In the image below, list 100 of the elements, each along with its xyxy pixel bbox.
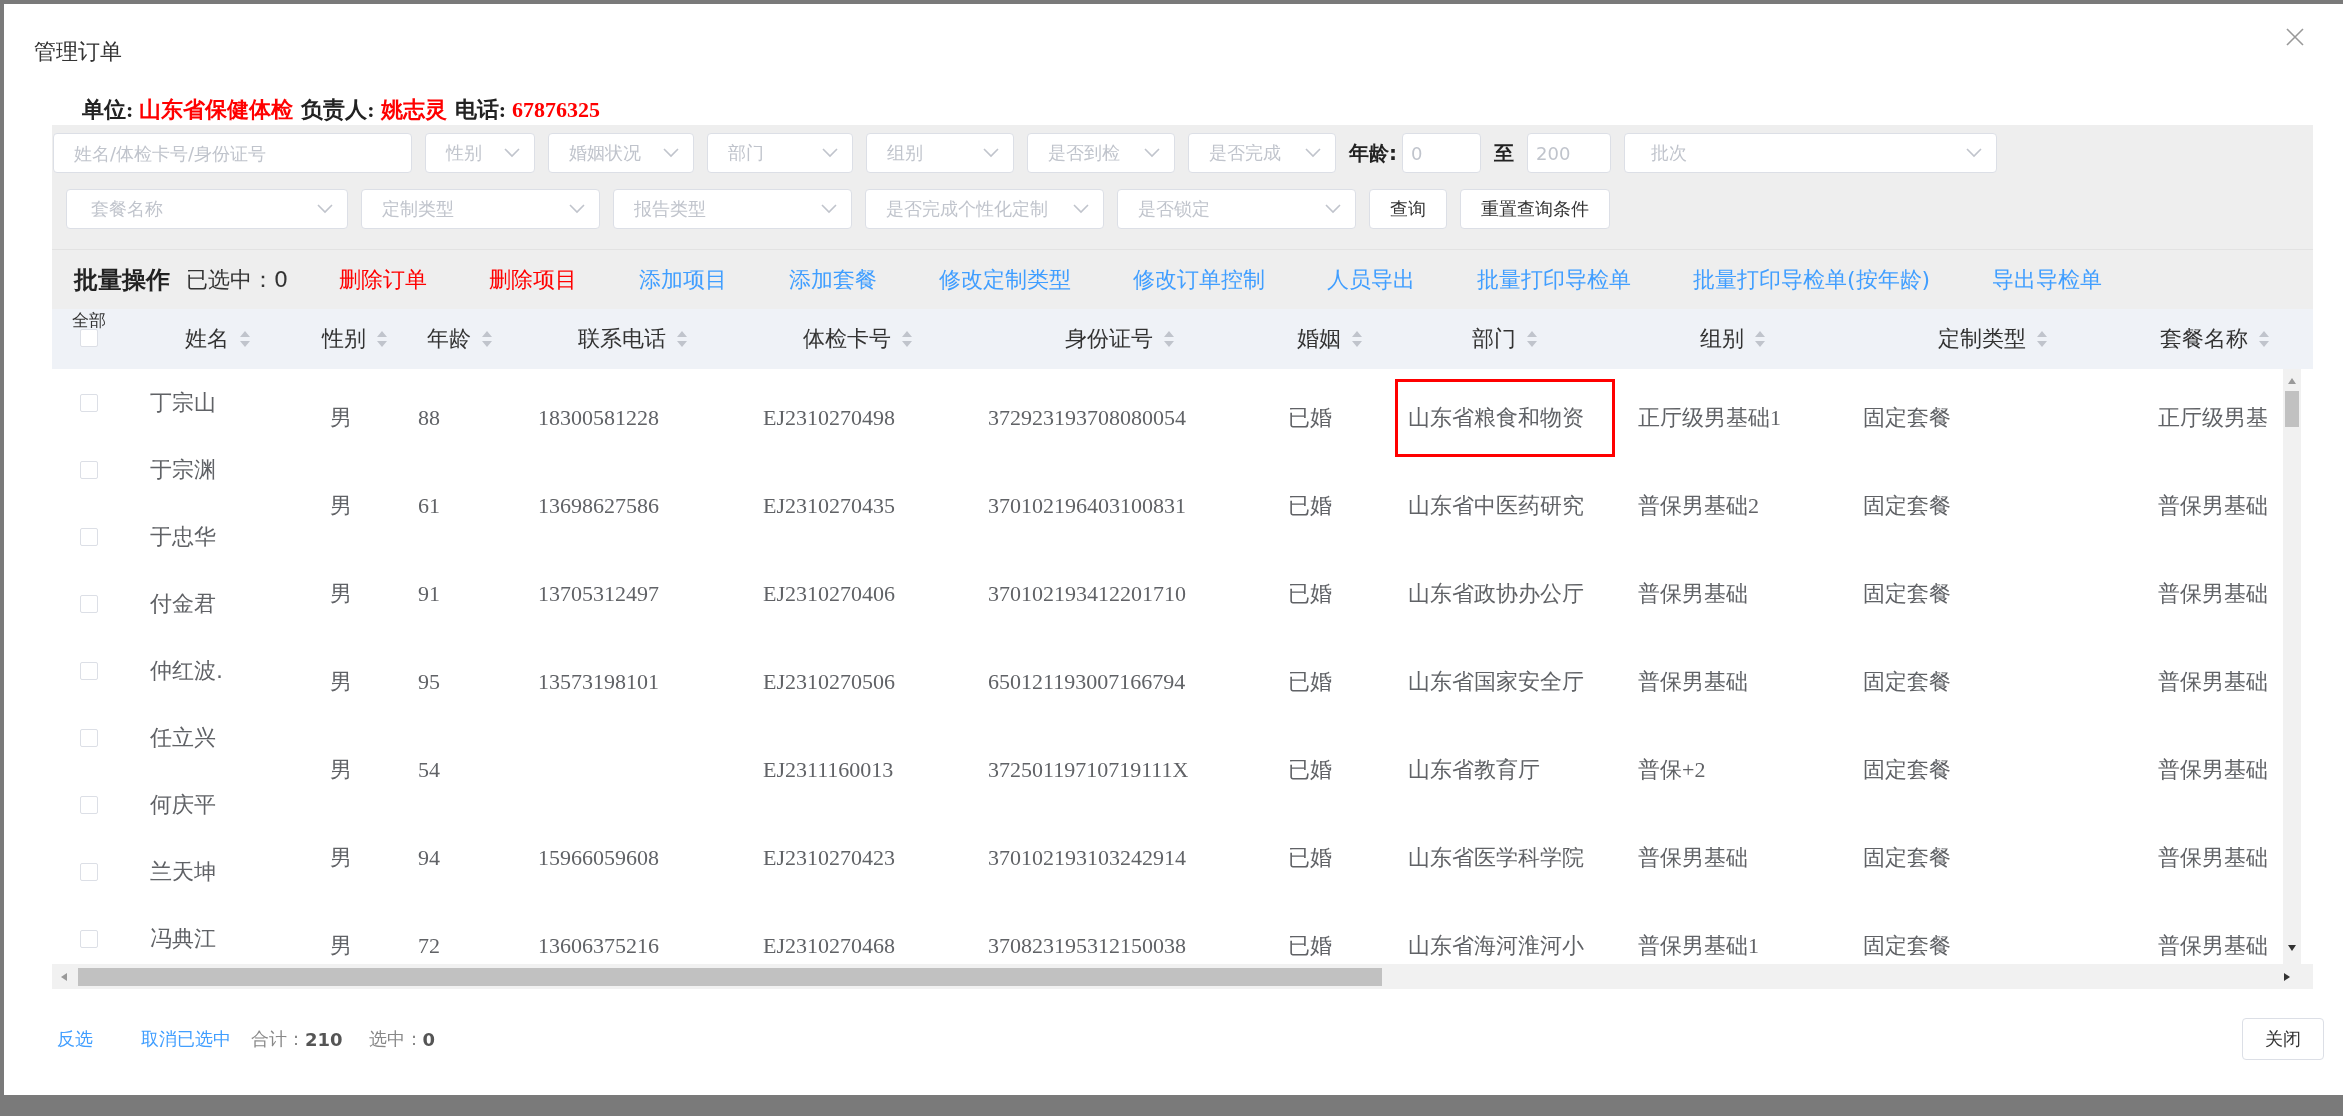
footer-link[interactable]: 反选 xyxy=(57,1027,93,1051)
table-cell-text: 15966059608 xyxy=(537,844,660,872)
column-header[interactable]: 姓名 xyxy=(125,309,310,369)
action-link[interactable]: 添加套餐 xyxy=(789,264,877,295)
checkbox[interactable] xyxy=(79,862,98,881)
stat-value: 0 xyxy=(422,1028,436,1050)
column-header[interactable]: 年龄 xyxy=(400,309,520,369)
action-link[interactable]: 批量打印导检单 xyxy=(1477,264,1631,295)
action-link[interactable]: 批量打印导检单(按年龄) xyxy=(1693,264,1931,295)
table-cell-text: 普保男基础 xyxy=(2157,844,2269,872)
checkbox[interactable] xyxy=(79,594,98,613)
action-link[interactable]: 修改定制类型 xyxy=(939,264,1071,295)
table-cell-text: 已婚 xyxy=(1287,756,1333,784)
table-cell-text: 固定套餐 xyxy=(1862,932,1952,960)
dropdown-field[interactable]: 部门 xyxy=(707,133,853,173)
scroll-right-icon xyxy=(2283,971,2291,982)
scrollbar-thumb[interactable] xyxy=(78,967,1382,986)
table-cell-text: 已婚 xyxy=(1287,844,1333,872)
table-cell-text: 固定套餐 xyxy=(1862,404,1952,432)
column-header[interactable]: 组别 xyxy=(1620,309,1845,369)
footer-link[interactable]: 取消已选中 xyxy=(141,1027,231,1051)
table-cell-text: 普保男基础 xyxy=(1637,580,1749,608)
info-label: 电话: xyxy=(454,96,506,124)
dropdown-field[interactable]: 批次 xyxy=(1624,133,1997,173)
chevron-down-icon xyxy=(1073,204,1089,214)
close-icon[interactable] xyxy=(2286,28,2304,46)
checkbox[interactable] xyxy=(79,460,98,479)
select-all-label: 全部 xyxy=(71,311,106,329)
dropdown-field[interactable]: 是否完成个性化定制 xyxy=(865,189,1104,229)
dropdown-field[interactable]: 定制类型 xyxy=(361,189,600,229)
input-field[interactable]: 200 xyxy=(1527,133,1611,173)
sort-icon xyxy=(900,329,913,349)
checkbox[interactable] xyxy=(79,661,98,680)
checkbox[interactable] xyxy=(79,795,98,814)
table-cell-text: 95 xyxy=(417,668,441,696)
table-cell-text: 普保男基础2 xyxy=(1637,492,1760,520)
table-cell-text: 13606375216 xyxy=(537,932,660,960)
sort-icon xyxy=(1526,329,1538,349)
dropdown-field[interactable]: 婚姻状况 xyxy=(548,133,694,173)
table-cell-text: 已婚 xyxy=(1287,932,1333,960)
dropdown-field[interactable]: 性别 xyxy=(425,133,535,173)
button[interactable]: 查询 xyxy=(1369,189,1447,229)
chevron-down-icon xyxy=(1305,148,1321,158)
table-cell-text: 94 xyxy=(417,844,441,872)
checkbox[interactable] xyxy=(79,527,98,546)
table-cell-text: EJ2310270468 xyxy=(762,932,896,960)
column-header[interactable]: 部门 xyxy=(1390,309,1620,369)
selected-count: 已选中：0 xyxy=(186,265,288,294)
horizontal-scrollbar[interactable] xyxy=(52,964,2313,989)
batch-title: 批量操作 xyxy=(74,264,170,296)
action-link[interactable]: 修改订单控制 xyxy=(1133,264,1265,295)
dropdown-field[interactable]: 套餐名称 xyxy=(66,189,348,229)
checkbox[interactable] xyxy=(79,393,98,412)
column-header[interactable]: 婚姻 xyxy=(1270,309,1390,369)
table-cell-text: 普保男基础 xyxy=(2157,580,2269,608)
table-cell-text: EJ2311160013 xyxy=(762,756,895,784)
scrollbar-thumb[interactable] xyxy=(2285,391,2299,427)
sort-icon xyxy=(376,329,388,349)
column-header[interactable]: 体检卡号 xyxy=(745,309,970,369)
table-cell-text: 山东省政协办公厅 xyxy=(1407,580,1585,608)
column-header[interactable]: 联系电话 xyxy=(520,309,745,369)
close-button[interactable]: 关闭 xyxy=(2242,1018,2324,1060)
button[interactable]: 重置查询条件 xyxy=(1460,189,1610,229)
table-cell-text: EJ2310270498 xyxy=(762,404,896,432)
table-cell-text: 何庆平 xyxy=(149,790,216,819)
sort-icon xyxy=(1351,329,1363,349)
table-cell-text: 男 xyxy=(329,932,353,960)
chevron-down-icon xyxy=(504,148,520,158)
dropdown-field[interactable]: 是否到检 xyxy=(1027,133,1175,173)
checkbox[interactable] xyxy=(79,728,98,747)
chevron-down-icon xyxy=(1144,148,1160,158)
column-header[interactable]: 身份证号 xyxy=(970,309,1270,369)
column-header[interactable]: 定制类型 xyxy=(1845,309,2140,369)
dropdown-field[interactable]: 报告类型 xyxy=(613,189,852,229)
stat-label: 合计： xyxy=(251,1027,305,1051)
table-cell-text: 普保男基础 xyxy=(2157,756,2269,784)
checkbox[interactable] xyxy=(79,929,98,948)
chevron-down-icon xyxy=(821,204,837,214)
table-cell-text: 冯典江 xyxy=(149,924,216,953)
checkbox[interactable] xyxy=(79,329,98,347)
action-link[interactable]: 删除订单 xyxy=(339,264,427,295)
filter-label: 年龄: xyxy=(1349,139,1397,167)
info-value: 67876325 xyxy=(512,97,600,123)
input-field[interactable]: 姓名/体检卡号/身份证号 xyxy=(53,133,412,173)
dropdown-field[interactable]: 是否锁定 xyxy=(1117,189,1356,229)
input-field[interactable]: 0 xyxy=(1402,133,1481,173)
action-link[interactable]: 添加项目 xyxy=(639,264,727,295)
table-cell-text: 固定套餐 xyxy=(1862,580,1952,608)
vertical-scrollbar[interactable] xyxy=(2283,369,2301,964)
action-link[interactable]: 删除项目 xyxy=(489,264,577,295)
dropdown-field[interactable]: 是否完成 xyxy=(1188,133,1336,173)
column-header[interactable]: 套餐名称 xyxy=(2140,309,2313,369)
dropdown-field[interactable]: 组别 xyxy=(866,133,1014,173)
action-link[interactable]: 导出导检单 xyxy=(1992,264,2103,295)
table-cell-text: EJ2310270406 xyxy=(762,580,896,608)
info-label: 负责人: xyxy=(301,96,375,124)
action-link[interactable]: 人员导出 xyxy=(1327,264,1415,295)
sort-icon xyxy=(1753,329,1766,349)
column-header[interactable]: 性别 xyxy=(310,309,400,369)
chevron-down-icon xyxy=(317,204,333,214)
